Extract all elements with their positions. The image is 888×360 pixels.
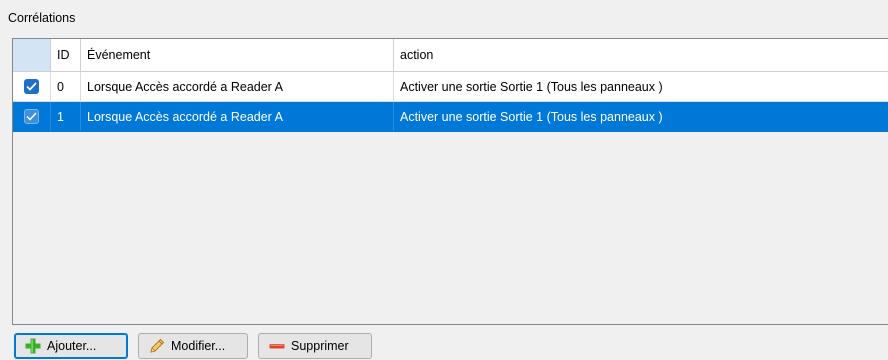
button-bar: Ajouter... Modifier... Supprimer (14, 333, 372, 359)
add-button[interactable]: Ajouter... (14, 333, 128, 359)
cell-id[interactable]: 1 (51, 102, 81, 131)
delete-button[interactable]: Supprimer (258, 333, 372, 359)
edit-button-label: Modifier... (171, 339, 226, 353)
group-title: Corrélations (8, 11, 76, 25)
checkmark-icon (26, 82, 37, 91)
cell-action[interactable]: Activer une sortie Sortie 1 (Tous les pa… (394, 72, 888, 101)
checkmark-icon (26, 112, 37, 121)
grid-header: ID Événement action (13, 39, 888, 72)
row-checkbox[interactable] (24, 79, 39, 94)
select-all-corner[interactable] (13, 39, 51, 71)
row-checkbox-cell[interactable] (13, 72, 51, 101)
correlations-panel: Corrélations ID Événement action 0 Lorsq… (0, 0, 888, 360)
delete-button-label: Supprimer (291, 339, 349, 353)
minus-icon (267, 337, 287, 355)
row-checkbox[interactable] (24, 109, 39, 124)
grid-rows: 0 Lorsque Accès accordé a Reader A Activ… (13, 72, 888, 132)
cell-event[interactable]: Lorsque Accès accordé a Reader A (81, 102, 394, 131)
table-row[interactable]: 0 Lorsque Accès accordé a Reader A Activ… (13, 72, 888, 102)
cell-action[interactable]: Activer une sortie Sortie 1 (Tous les pa… (394, 102, 888, 131)
cell-event[interactable]: Lorsque Accès accordé a Reader A (81, 72, 394, 101)
correlations-grid[interactable]: ID Événement action 0 Lorsque Accès acco… (12, 38, 888, 325)
table-row[interactable]: 1 Lorsque Accès accordé a Reader A Activ… (13, 102, 888, 132)
cell-id[interactable]: 0 (51, 72, 81, 101)
column-header-event[interactable]: Événement (81, 39, 394, 71)
plus-icon (23, 337, 43, 355)
pencil-icon (147, 337, 167, 355)
column-header-id[interactable]: ID (51, 39, 81, 71)
row-checkbox-cell[interactable] (13, 102, 51, 131)
edit-button[interactable]: Modifier... (138, 333, 248, 359)
column-header-action[interactable]: action (394, 39, 888, 71)
add-button-label: Ajouter... (47, 339, 97, 353)
